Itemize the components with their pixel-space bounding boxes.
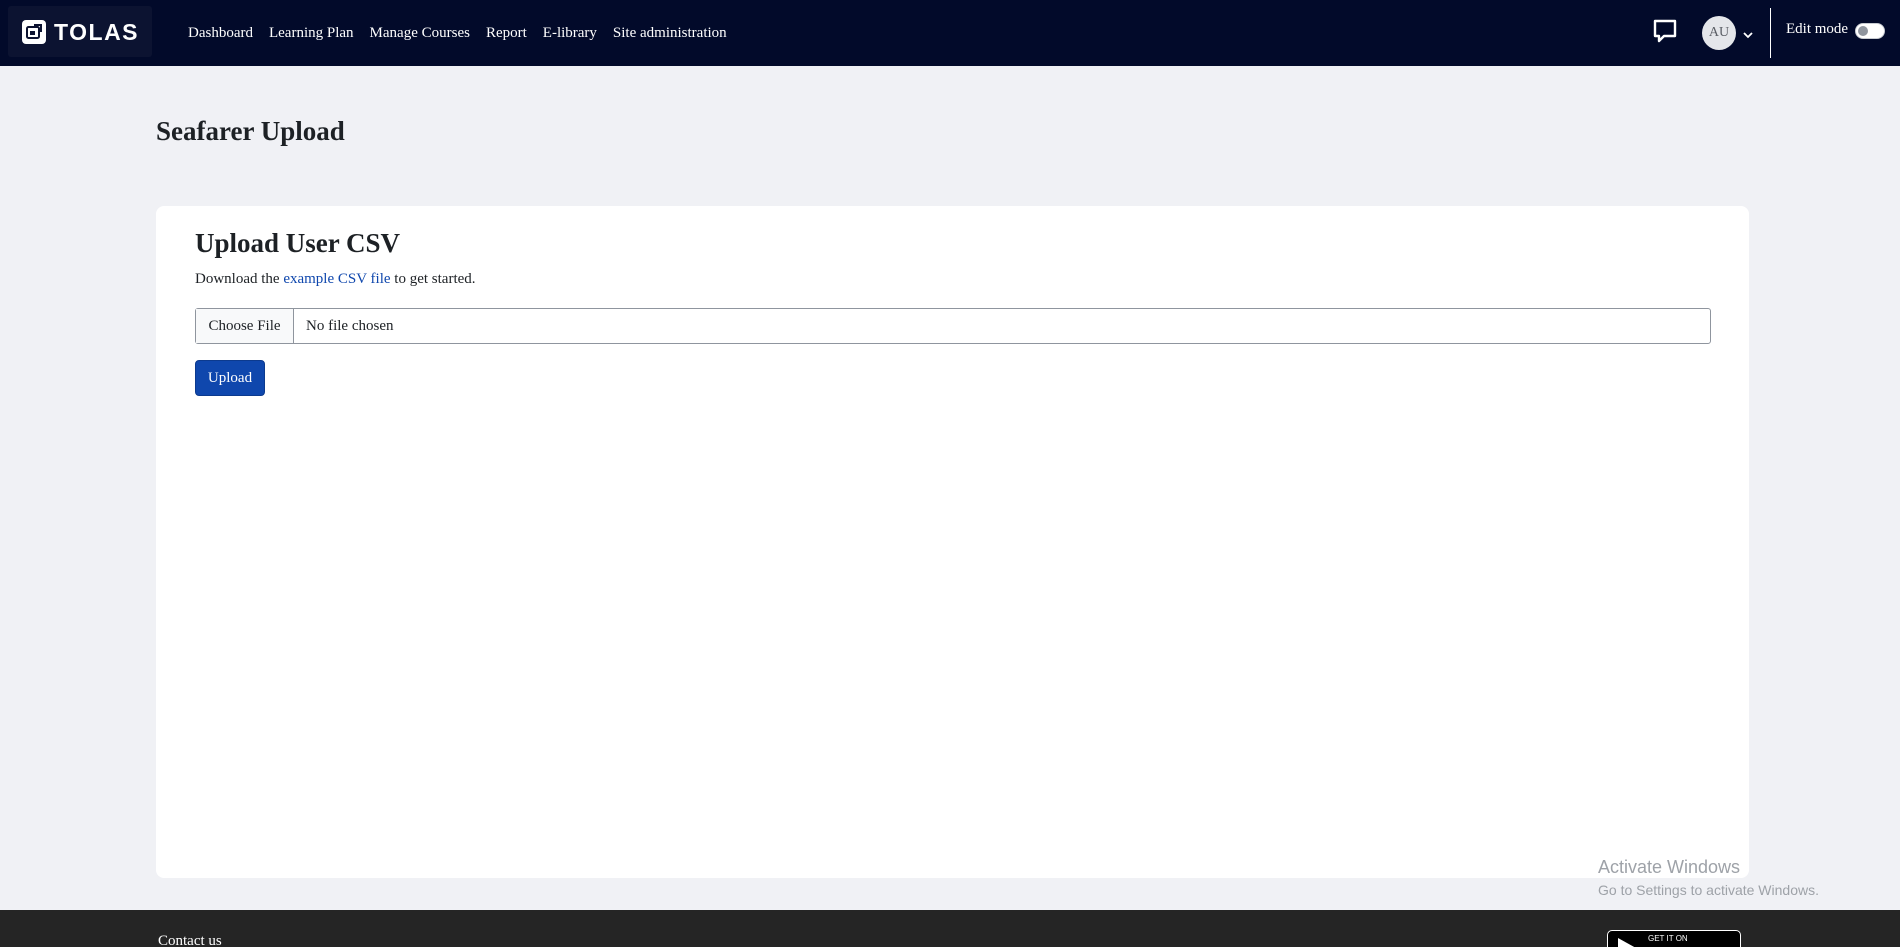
play-store-icon (1616, 937, 1638, 947)
contact-us-link[interactable]: Contact us (158, 933, 222, 947)
brand-name: TOLAS (54, 19, 140, 45)
activate-windows-title: Activate Windows (1598, 857, 1741, 877)
nav-link-manage-courses[interactable]: Manage Courses (370, 25, 470, 42)
intro-text-before: Download the (195, 271, 284, 287)
upload-button[interactable]: Upload (195, 360, 265, 396)
file-status-text: No file chosen (306, 317, 394, 334)
edit-mode-label: Edit mode (1786, 21, 1849, 37)
chat-bubble-icon[interactable] (1652, 18, 1678, 44)
brand-logo-icon (22, 20, 46, 44)
primary-navigation: Dashboard Learning Plan Manage Courses R… (188, 0, 743, 66)
page-footer: Contact us GET IT ON (0, 910, 1900, 947)
page-title: Seafarer Upload (156, 116, 345, 146)
edit-mode-toggle-knob (1858, 26, 1868, 36)
store-badge-text: GET IT ON (1648, 934, 1688, 943)
top-navbar: TOLAS Dashboard Learning Plan Manage Cou… (0, 0, 1900, 66)
navbar-divider (1770, 8, 1771, 58)
card-intro-text: Download the example CSV file to get sta… (195, 271, 476, 288)
nav-link-learning-plan[interactable]: Learning Plan (269, 25, 354, 42)
edit-mode-toggle[interactable] (1855, 23, 1885, 39)
nav-link-site-administration[interactable]: Site administration (613, 25, 727, 42)
choose-file-button[interactable]: Choose File (196, 309, 294, 343)
nav-link-dashboard[interactable]: Dashboard (188, 25, 253, 42)
upload-card: Upload User CSV Download the example CSV… (156, 206, 1749, 878)
google-play-badge[interactable]: GET IT ON (1607, 930, 1741, 947)
example-csv-link[interactable]: example CSV file (283, 271, 390, 287)
intro-text-after: to get started. (390, 271, 476, 287)
card-title: Upload User CSV (195, 228, 401, 258)
user-avatar[interactable]: AU (1702, 16, 1736, 50)
activate-windows-subtitle: Go to Settings to activate Windows. (1598, 882, 1819, 898)
brand-logo[interactable]: TOLAS (8, 6, 152, 57)
csv-file-input[interactable]: Choose File No file chosen (195, 308, 1711, 344)
chevron-down-icon[interactable] (1742, 27, 1754, 39)
nav-link-report[interactable]: Report (486, 25, 527, 42)
nav-link-e-library[interactable]: E-library (543, 25, 597, 42)
